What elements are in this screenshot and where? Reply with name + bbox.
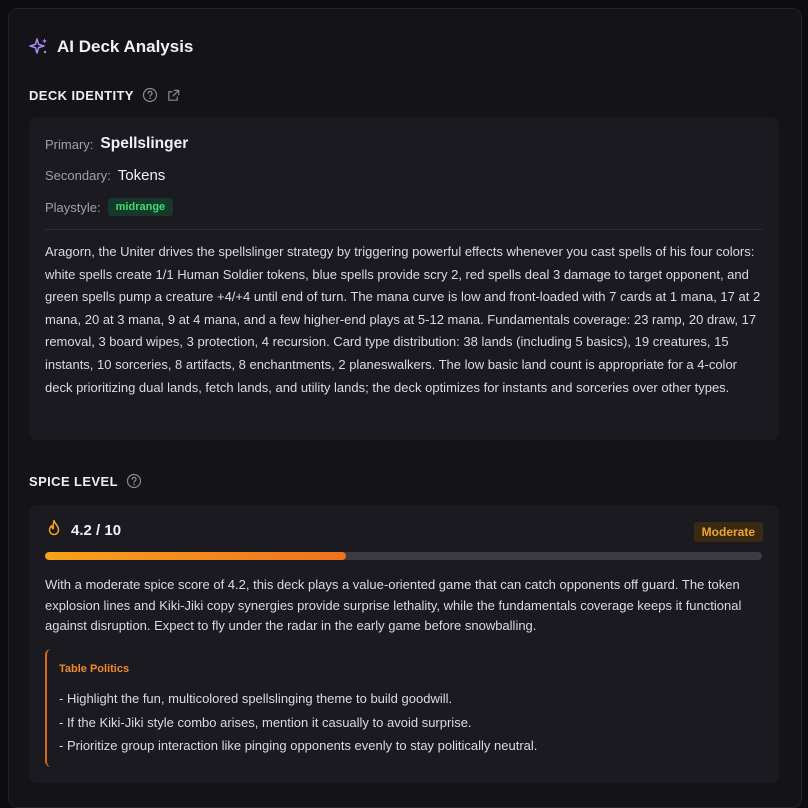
table-politics-list: - Highlight the fun, multicolored spells…: [59, 687, 537, 758]
list-item: - Highlight the fun, multicolored spells…: [59, 691, 453, 706]
deck-identity-label: DECK IDENTITY: [29, 87, 134, 103]
spice-progress-bar: [45, 552, 762, 560]
spice-level-card: 4.2 / 10 Moderate With a moderate spice …: [29, 505, 779, 783]
spice-description: With a moderate spice score of 4.2, this…: [45, 577, 742, 633]
primary-row: Primary: Spellslinger: [45, 135, 188, 153]
secondary-label: Secondary:: [45, 168, 111, 183]
panel-title: AI Deck Analysis: [57, 37, 194, 56]
playstyle-badge: midrange: [107, 198, 174, 216]
panel-header: AI Deck Analysis: [29, 37, 193, 57]
deck-analysis-panel: AI Deck Analysis DECK IDENTITY Primary: …: [8, 8, 802, 808]
help-icon[interactable]: [126, 473, 142, 489]
secondary-row: Secondary: Tokens: [45, 167, 165, 184]
sparkles-icon: [29, 37, 49, 57]
deck-description: Aragorn, the Uniter drives the spellslin…: [45, 244, 761, 395]
table-politics-box: Table Politics - Highlight the fun, mult…: [45, 649, 762, 767]
list-item: - Prioritize group interaction like ping…: [59, 738, 538, 753]
external-link-icon[interactable]: [166, 88, 181, 103]
spice-level-label: SPICE LEVEL: [29, 473, 118, 489]
flame-icon: [45, 519, 63, 542]
spice-score: 4.2 / 10: [71, 522, 122, 539]
help-icon[interactable]: [142, 87, 158, 103]
primary-value: Spellslinger: [100, 135, 189, 152]
playstyle-row: Playstyle: midrange: [45, 198, 174, 216]
divider: [45, 229, 762, 230]
primary-label: Primary:: [45, 136, 94, 152]
secondary-value: Tokens: [117, 167, 166, 184]
list-item: - If the Kiki-Jiki style combo arises, m…: [59, 714, 472, 730]
deck-identity-header: DECK IDENTITY: [29, 87, 181, 103]
spice-score-row: 4.2 / 10: [45, 519, 121, 542]
playstyle-label: Playstyle:: [45, 199, 101, 215]
table-politics-title: Table Politics: [59, 663, 130, 675]
spice-progress-fill: [45, 552, 347, 560]
spice-level-header: SPICE LEVEL: [29, 473, 142, 489]
spice-badge: Moderate: [693, 522, 763, 542]
deck-identity-card: Primary: Spellslinger Secondary: Tokens …: [29, 117, 779, 440]
